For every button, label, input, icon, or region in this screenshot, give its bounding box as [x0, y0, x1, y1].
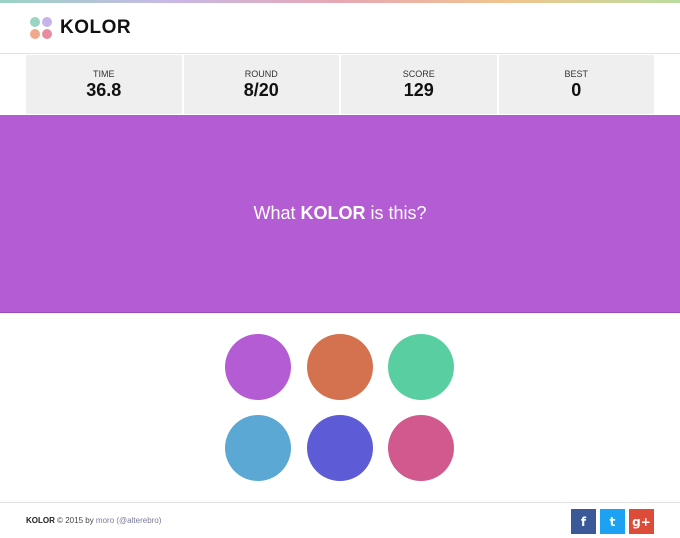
logo-dot	[42, 29, 52, 39]
brand-title: KOLOR	[60, 17, 132, 38]
stat-time: TIME 36.8	[26, 55, 182, 114]
twitter-handle-link[interactable]: (@alterebro)	[116, 516, 161, 525]
question-brand: KOLOR	[300, 203, 366, 223]
twitter-icon: t	[609, 514, 616, 529]
stat-value: 8/20	[243, 80, 279, 100]
header: KOLOR	[0, 3, 680, 54]
color-choice-5[interactable]	[307, 415, 373, 481]
googleplus-icon: g+	[632, 514, 651, 529]
logo-dot	[42, 17, 52, 27]
color-choice-2[interactable]	[307, 334, 373, 400]
logo-dot	[30, 17, 40, 27]
twitter-share-button[interactable]: t	[600, 509, 625, 534]
color-choices	[225, 334, 455, 482]
footer-credit: KOLOR © 2015 by moro (@alterebro)	[26, 516, 161, 525]
stat-best: BEST 0	[498, 55, 654, 114]
question-suffix: is this?	[365, 203, 427, 223]
stat-value: 36.8	[86, 80, 122, 100]
facebook-icon: f	[580, 514, 587, 529]
stat-label: TIME	[93, 69, 115, 79]
googleplus-share-button[interactable]: g+	[629, 509, 654, 534]
author-link[interactable]: moro	[96, 516, 114, 525]
color-choice-6[interactable]	[388, 415, 454, 481]
footer: KOLOR © 2015 by moro (@alterebro) f t g+	[0, 502, 680, 538]
question-prefix: What	[253, 203, 301, 223]
color-choice-1[interactable]	[225, 334, 291, 400]
stat-value: 129	[403, 80, 434, 100]
stat-score: SCORE 129	[341, 55, 497, 114]
social-buttons: f t g+	[571, 509, 654, 534]
color-choice-4[interactable]	[225, 415, 291, 481]
logo-dot	[30, 29, 40, 39]
footer-brand: KOLOR	[26, 516, 55, 525]
color-prompt-panel: What KOLOR is this?	[0, 115, 680, 313]
footer-copyright: © 2015 by	[54, 516, 96, 525]
stat-label: ROUND	[244, 69, 278, 79]
stat-label: BEST	[564, 69, 588, 79]
kolor-logo-icon	[30, 17, 52, 39]
question-text: What KOLOR is this?	[253, 203, 426, 224]
stat-round: ROUND 8/20	[183, 55, 339, 114]
facebook-share-button[interactable]: f	[571, 509, 596, 534]
color-choice-3[interactable]	[388, 334, 454, 400]
stats-bar: TIME 36.8 ROUND 8/20 SCORE 129 BEST 0	[26, 55, 654, 114]
stat-value: 0	[571, 80, 582, 100]
stat-label: SCORE	[402, 69, 435, 79]
